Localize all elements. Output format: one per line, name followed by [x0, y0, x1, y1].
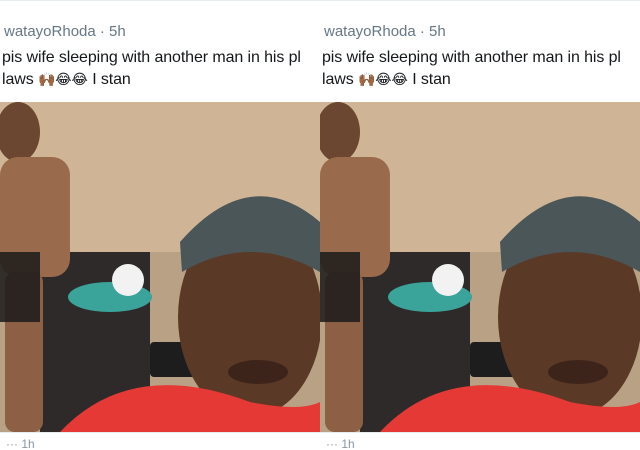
tweet-text-tail: I stan: [92, 71, 131, 88]
video-scene: [0, 102, 320, 432]
tweet-panel-left: watayoRhoda · 5h pis wife sleeping with …: [0, 0, 320, 450]
tweet-text-line-1: pis wife sleeping with another man in hi…: [322, 49, 621, 66]
tweet-text-line-2: laws 🙌🏾😂😂 I stan: [2, 71, 131, 89]
video-scene: [320, 102, 640, 432]
white-ball: [432, 264, 464, 296]
tweet-text-line-1: pis wife sleeping with another man in hi…: [2, 49, 301, 66]
tweet-author-time[interactable]: watayoRhoda · 5h: [4, 23, 126, 40]
tweet-footer: ··· 1h: [320, 432, 640, 450]
emoji-group: 🙌🏾😂😂: [37, 72, 88, 88]
tweet-footer-meta: ··· 1h: [6, 437, 35, 450]
tweet-video-frame[interactable]: [0, 102, 320, 432]
emoji-group: 🙌🏾😂😂: [357, 72, 408, 88]
tweet-header: watayoRhoda · 5h pis wife sleeping with …: [0, 0, 320, 103]
tweet-text-fragment: laws: [2, 71, 34, 88]
tweet-header: watayoRhoda · 5h pis wife sleeping with …: [320, 0, 640, 103]
white-ball: [112, 264, 144, 296]
tweet-text-fragment: laws: [322, 71, 354, 88]
censor-blur: [320, 252, 360, 322]
tweet-video-frame[interactable]: [320, 102, 640, 432]
tweet-panel-right: watayoRhoda · 5h pis wife sleeping with …: [320, 0, 640, 450]
tweet-text-tail: I stan: [412, 71, 451, 88]
tweet-footer-meta: ··· 1h: [326, 437, 355, 450]
censor-blur: [0, 252, 40, 322]
tweet-footer: ··· 1h: [0, 432, 320, 450]
tweet-author-time[interactable]: watayoRhoda · 5h: [324, 23, 446, 40]
tweet-text-line-2: laws 🙌🏾😂😂 I stan: [322, 71, 451, 89]
